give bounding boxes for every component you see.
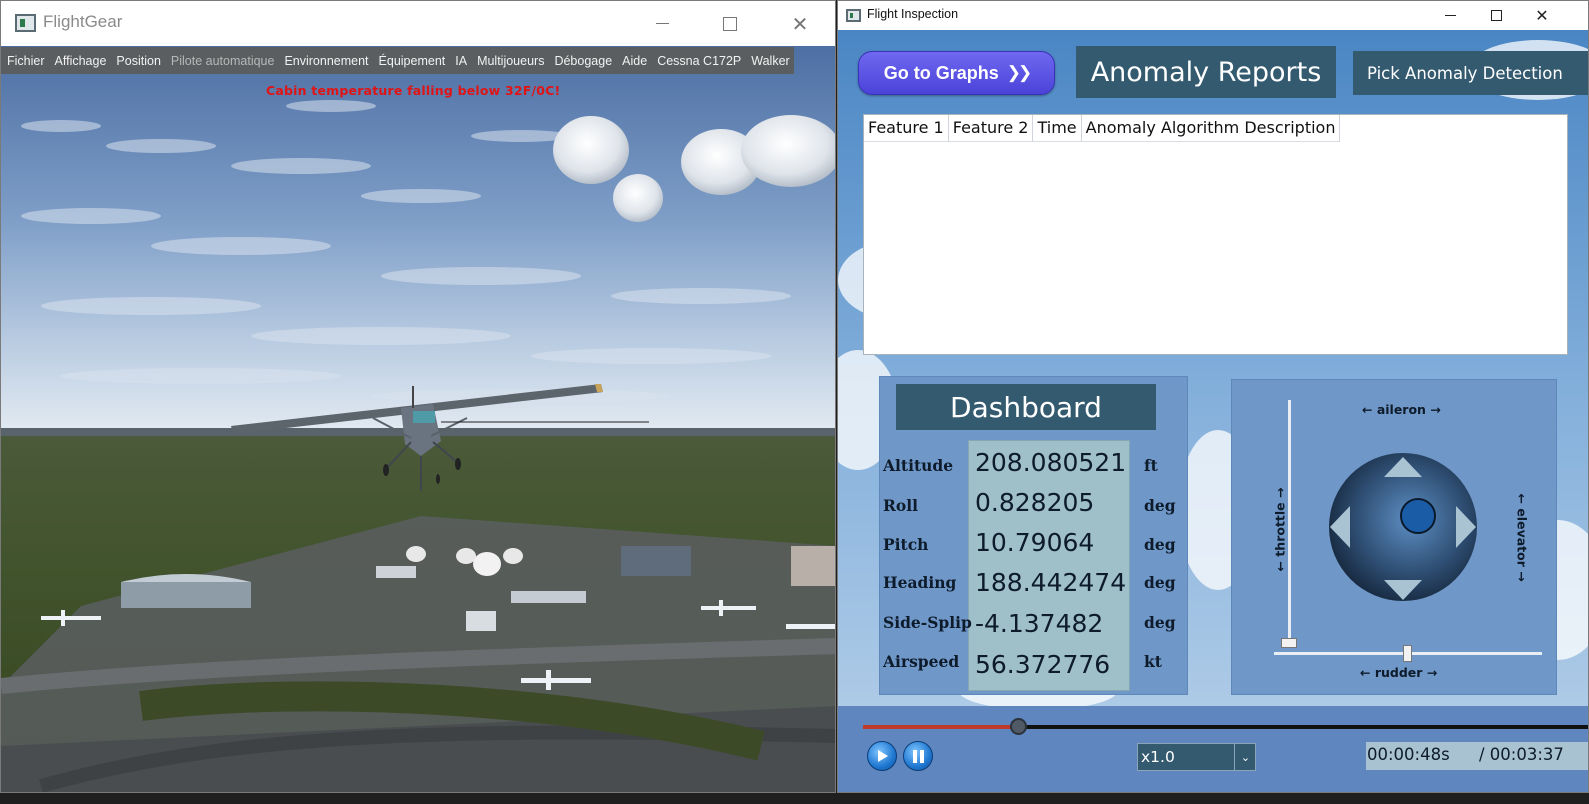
airspeed-label: Airspeed <box>883 652 960 671</box>
elevator-label: ← elevator → <box>1514 493 1530 582</box>
menu-item-equipement[interactable]: Équipement <box>379 54 446 68</box>
double-chevron-right-icon: ❯❯ <box>1006 63 1032 82</box>
dashboard-title: Dashboard <box>896 384 1156 430</box>
pitch-label: Pitch <box>883 535 929 554</box>
anomaly-reports-heading: Anomaly Reports <box>1076 46 1336 98</box>
flight-inspection-window[interactable]: Flight Inspection ✕ Go to Graphs ❯❯ Anom… <box>837 0 1589 793</box>
maximize-icon <box>723 16 737 31</box>
flightgear-window[interactable]: FlightGear ✕ Fichier Affichage Position … <box>0 0 836 793</box>
inspection-app-icon <box>846 9 861 22</box>
dashboard-panel: Dashboard Altitude 208.080521 ft Roll 0.… <box>879 376 1188 695</box>
altitude-value: 208.080521 <box>975 448 1127 477</box>
window-title: FlightGear <box>43 12 123 31</box>
throttle-slider-thumb[interactable] <box>1281 638 1297 648</box>
menu-item-walker[interactable]: Walker <box>751 54 789 68</box>
play-icon <box>878 750 888 762</box>
chevron-down-icon[interactable]: ⌄ <box>1234 744 1256 770</box>
column-feature-2[interactable]: Feature 2 <box>949 115 1034 142</box>
pause-icon <box>912 749 924 763</box>
flight-inspection-titlebar[interactable]: Flight Inspection ✕ <box>838 1 1588 30</box>
total-time-display: / 00:03:37 <box>1479 742 1588 770</box>
rudder-label: ← rudder → <box>1360 665 1438 680</box>
close-button[interactable]: ✕ <box>1520 1 1564 30</box>
flightgear-app-icon <box>15 14 36 32</box>
minimize-button[interactable] <box>1428 1 1472 30</box>
timeline-track[interactable] <box>863 725 1588 729</box>
desktop: FlightGear ✕ Fichier Affichage Position … <box>0 0 1589 804</box>
flight-scene-viewport[interactable] <box>1 46 835 792</box>
aileron-label: ← aileron → <box>1362 402 1441 417</box>
menu-item-aide[interactable]: Aide <box>622 54 647 68</box>
side-slip-value: -4.137482 <box>975 609 1104 638</box>
column-description[interactable]: Anomaly Algorithm Description <box>1082 115 1341 142</box>
flightgear-titlebar[interactable]: FlightGear ✕ <box>1 1 835 46</box>
playback-speed-select[interactable]: x1.0 ⌄ <box>1137 743 1256 771</box>
heading-value: 188.442474 <box>975 568 1127 597</box>
maximize-button[interactable] <box>1474 1 1518 30</box>
pitch-value: 10.79064 <box>975 528 1095 557</box>
go-to-graphs-button[interactable]: Go to Graphs ❯❯ <box>858 51 1055 95</box>
column-time[interactable]: Time <box>1033 115 1082 142</box>
maximize-icon <box>1490 10 1502 21</box>
airspeed-value: 56.372776 <box>975 650 1111 679</box>
menu-item-debogage[interactable]: Débogage <box>554 54 612 68</box>
roll-label: Roll <box>883 496 918 515</box>
anomaly-table[interactable]: Feature 1 Feature 2 Time Anomaly Algorit… <box>863 114 1568 355</box>
joystick-panel: ← aileron → ← throttle → ← elevator → ← … <box>1231 379 1557 695</box>
heading-unit: deg <box>1144 573 1176 592</box>
column-feature-1[interactable]: Feature 1 <box>864 115 949 142</box>
current-time-display: 00:00:48s <box>1366 742 1479 770</box>
flightgear-menubar: Fichier Affichage Position Pilote automa… <box>1 47 794 74</box>
maximize-button[interactable] <box>707 1 753 46</box>
side-slip-unit: deg <box>1144 613 1176 632</box>
menu-item-multijoueurs[interactable]: Multijoueurs <box>477 54 544 68</box>
close-button[interactable]: ✕ <box>777 1 823 46</box>
menu-item-pilote-automatique[interactable]: Pilote automatique <box>171 54 275 68</box>
minimize-button[interactable] <box>639 1 685 46</box>
flight-scene <box>1 46 835 792</box>
altitude-unit: ft <box>1144 456 1158 475</box>
timeline-progress <box>863 725 1020 729</box>
throttle-slider-track[interactable] <box>1288 400 1291 646</box>
menu-item-cessna[interactable]: Cessna C172P <box>657 54 741 68</box>
inspection-content: Go to Graphs ❯❯ Anomaly Reports Pick Ano… <box>838 30 1588 792</box>
cabin-temperature-warning: Cabin temperature falling below 32F/0C! <box>266 83 561 98</box>
minimize-icon <box>1444 15 1456 16</box>
window-title: Flight Inspection <box>867 7 959 21</box>
heading-label: Heading <box>883 573 957 592</box>
joystick[interactable] <box>1328 452 1478 602</box>
airspeed-unit: kt <box>1144 652 1162 671</box>
playback-bar: x1.0 ⌄ 00:00:48s / 00:03:37 <box>838 706 1588 792</box>
close-icon: ✕ <box>791 11 809 36</box>
pick-anomaly-label: Pick Anomaly Detection <box>1367 63 1563 83</box>
menu-item-fichier[interactable]: Fichier <box>7 54 45 68</box>
menu-item-affichage[interactable]: Affichage <box>55 54 107 68</box>
throttle-label: ← throttle → <box>1272 487 1288 572</box>
side-slip-label: Side-Splip <box>883 613 972 632</box>
anomaly-table-header: Feature 1 Feature 2 Time Anomaly Algorit… <box>864 115 1341 142</box>
go-to-graphs-label: Go to Graphs <box>883 62 999 83</box>
roll-unit: deg <box>1144 496 1176 515</box>
play-button[interactable] <box>867 741 897 771</box>
roll-value: 0.828205 <box>975 488 1095 517</box>
altitude-label: Altitude <box>883 456 954 475</box>
close-icon: ✕ <box>1535 5 1549 25</box>
menu-item-environnement[interactable]: Environnement <box>284 54 368 68</box>
pause-button[interactable] <box>903 741 933 771</box>
pick-anomaly-detection-dropdown[interactable]: Pick Anomaly Detection <box>1353 51 1588 95</box>
menu-item-position[interactable]: Position <box>116 54 160 68</box>
pitch-unit: deg <box>1144 535 1176 554</box>
playback-speed-value: x1.0 <box>1141 748 1175 766</box>
joystick-knob[interactable] <box>1400 498 1436 534</box>
menu-item-ia[interactable]: IA <box>455 54 467 68</box>
timeline-thumb[interactable] <box>1010 718 1028 735</box>
minimize-icon <box>655 23 669 24</box>
rudder-slider-thumb[interactable] <box>1403 645 1412 662</box>
